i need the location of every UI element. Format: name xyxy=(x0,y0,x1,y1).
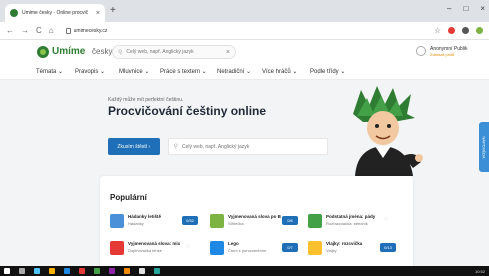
maximize-button[interactable]: □ xyxy=(463,4,468,13)
taskbar-app-icon[interactable] xyxy=(19,268,25,274)
taskbar-app-icon[interactable] xyxy=(109,268,115,274)
profile-icon[interactable] xyxy=(476,27,483,34)
os-taskbar: 10:52 xyxy=(0,266,489,276)
toolbar-right: ☆ xyxy=(434,26,483,35)
popular-tile[interactable]: Vyjmenovaná slova po B Střílečka 0/6 xyxy=(210,213,304,233)
main-menu: Témata ⌄ Pravopis ⌄ Mluvnice ⌄ Práce s t… xyxy=(0,66,489,80)
taskbar-app-icon[interactable] xyxy=(154,268,160,274)
tile-thumbnail-icon xyxy=(308,241,322,255)
tile-subtitle: Vlajky xyxy=(326,248,337,253)
menu-item-vice-hracu[interactable]: Více hráčů ⌄ xyxy=(262,68,297,75)
close-window-button[interactable]: × xyxy=(480,4,485,13)
new-tab-button[interactable]: + xyxy=(110,4,116,18)
tile-subtitle: Čtení s porozuměním xyxy=(228,248,267,253)
tile-subtitle: Hádanky xyxy=(128,221,144,226)
clear-icon[interactable]: × xyxy=(226,49,230,56)
menu-item-mluvnice[interactable]: Mluvnice ⌄ xyxy=(119,68,149,75)
tile-name: Hádanky letiště xyxy=(128,214,162,219)
header-search-input[interactable] xyxy=(126,49,222,55)
extension-icon[interactable] xyxy=(462,27,469,34)
favorite-icon[interactable]: ♡ xyxy=(384,217,388,223)
forward-button[interactable]: → xyxy=(21,26,29,35)
menu-item-netradicni[interactable]: Netradiční ⌄ xyxy=(217,68,251,75)
tile-thumbnail-icon xyxy=(210,241,224,255)
menu-item-prace-s-textem[interactable]: Práce s textem ⌄ xyxy=(160,68,207,75)
tile-name: Vlajky: rozcvička xyxy=(326,241,363,246)
search-icon: ⚲ xyxy=(173,144,178,150)
tile-name: Vyjmenovaná slova: mix xyxy=(128,241,181,246)
page-title: Procvičování češtiny online xyxy=(108,104,267,118)
tile-subtitle: Střílečka xyxy=(228,221,244,226)
user-profile-link[interactable]: Zobrazit profil xyxy=(430,52,454,57)
tile-subtitle: Rozřazovačka: středník xyxy=(326,221,368,226)
tile-progress-badge: 0/6 xyxy=(282,216,298,225)
popular-title: Populární xyxy=(110,193,147,202)
tab-close-icon[interactable]: × xyxy=(96,10,100,17)
tile-name: Lego xyxy=(228,241,239,246)
system-tray: 10:52 xyxy=(475,269,485,274)
search-icon: ⚲ xyxy=(118,49,123,56)
tile-thumbnail-icon xyxy=(210,214,224,228)
popular-tile[interactable]: Hádanky letiště Hádanky 0/32 xyxy=(110,213,204,233)
taskbar-app-icon[interactable] xyxy=(94,268,100,274)
minimize-button[interactable]: – xyxy=(447,4,451,13)
clock[interactable]: 10:52 xyxy=(475,269,485,274)
tile-progress-badge: 0/32 xyxy=(182,216,198,225)
tile-thumbnail-icon xyxy=(110,214,124,228)
help-side-tab[interactable]: NÁPOVĚDA xyxy=(479,122,489,172)
site-favicon-icon xyxy=(10,9,18,17)
extension-icon[interactable] xyxy=(448,27,455,34)
window-controls: – □ × xyxy=(447,4,485,13)
mascot-character-illustration xyxy=(353,86,423,176)
browser-tabbar: Umime česky - Online procvič × + – □ × xyxy=(0,0,489,22)
tile-progress-badge: 0/13 xyxy=(380,243,396,252)
taskbar-app-icon[interactable] xyxy=(64,268,70,274)
reload-button[interactable]: C xyxy=(36,26,42,35)
url-field[interactable]: umimecesky.cz xyxy=(61,25,113,37)
logo-text[interactable]: Umíme xyxy=(52,46,85,57)
taskbar-app-icon[interactable] xyxy=(79,268,85,274)
popular-tile[interactable]: Podstatná jména: pády Rozřazovačka: stře… xyxy=(308,213,402,233)
tile-name: Vyjmenovaná slova po B xyxy=(228,214,281,219)
site-header: Umíme česky ⌄ ⚲ × Anonymní Publik Zobraz… xyxy=(0,40,489,66)
popular-tile[interactable]: Vyjmenovaná slova: mix Doplňovačka lehké… xyxy=(110,240,204,260)
tab-title: Umime česky - Online procvič xyxy=(22,10,89,16)
home-button[interactable]: ⌂ xyxy=(49,26,54,35)
address-bar: ← → C ⌂ umimecesky.cz ☆ xyxy=(0,22,489,40)
taskbar-app-icon[interactable] xyxy=(139,268,145,274)
taskbar-apps xyxy=(4,268,160,274)
umime-logo-icon[interactable] xyxy=(37,46,49,58)
tile-subtitle: Doplňovačka lehké xyxy=(128,248,162,253)
taskbar-app-icon[interactable] xyxy=(49,268,55,274)
menu-item-temata[interactable]: Témata ⌄ xyxy=(36,68,63,75)
hero-search-row: Zkusím štěstí › ⚲ xyxy=(108,138,328,155)
popular-tile[interactable]: Lego Čtení s porozuměním 0/7 xyxy=(210,240,304,260)
user-avatar-icon[interactable] xyxy=(416,46,426,56)
taskbar-app-icon[interactable] xyxy=(34,268,40,274)
tile-thumbnail-icon xyxy=(110,241,124,255)
browser-tab[interactable]: Umime česky - Online procvič × xyxy=(5,4,105,22)
start-menu-icon[interactable] xyxy=(4,268,10,274)
hero-search-input[interactable] xyxy=(182,143,322,150)
taskbar-app-icon[interactable] xyxy=(124,268,130,274)
menu-item-podle-tridy[interactable]: Podle třídy ⌄ xyxy=(310,68,345,75)
try-luck-button[interactable]: Zkusím štěstí › xyxy=(108,138,160,155)
lock-icon xyxy=(65,27,71,34)
url-text: umimecesky.cz xyxy=(73,27,108,34)
tile-progress-badge: 0/7 xyxy=(282,243,298,252)
popular-tile[interactable]: Vlajky: rozcvička Vlajky 0/13 xyxy=(308,240,402,260)
header-search[interactable]: ⚲ × xyxy=(112,45,236,59)
favorite-icon[interactable]: ♡ xyxy=(186,244,190,250)
back-button[interactable]: ← xyxy=(6,26,14,35)
help-side-tab-label: NÁPOVĚDA xyxy=(481,135,487,159)
hero-search[interactable]: ⚲ xyxy=(167,138,328,155)
bookmark-star-icon[interactable]: ☆ xyxy=(434,26,441,35)
menu-item-pravopis[interactable]: Pravopis ⌄ xyxy=(75,68,105,75)
tile-name: Podstatná jména: pády xyxy=(326,214,376,219)
tile-thumbnail-icon xyxy=(308,214,322,228)
hero-kicker: Každý může mít perfektní češtinu. xyxy=(108,97,184,103)
